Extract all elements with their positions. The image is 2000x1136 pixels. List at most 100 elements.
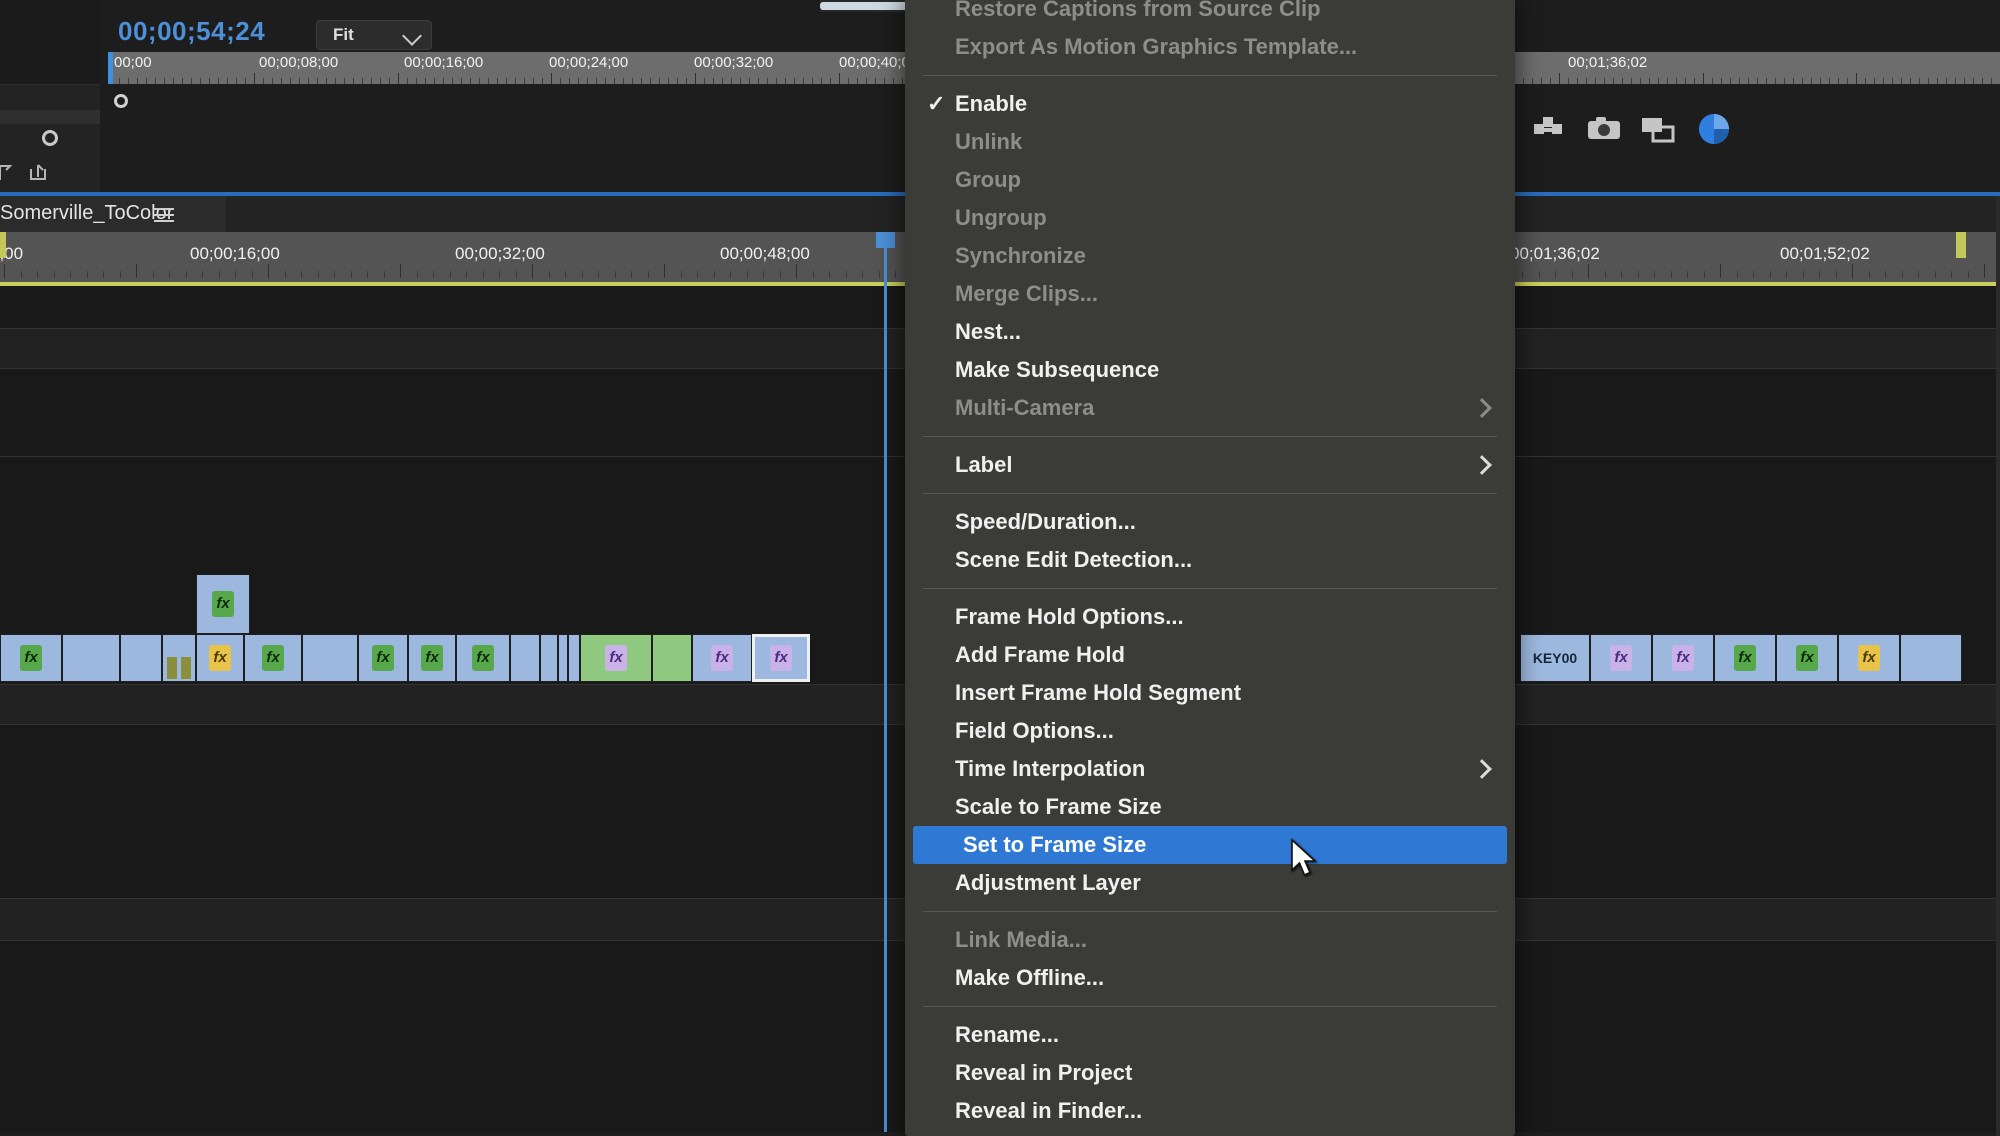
menu-item[interactable]: Scene Edit Detection... xyxy=(905,541,1515,579)
ruler-tick-label: 00;00;08;00 xyxy=(259,54,339,71)
menu-item-label: Ungroup xyxy=(955,205,1047,230)
ruler-tick xyxy=(344,78,345,84)
timeline-clip[interactable]: fx xyxy=(244,634,302,682)
add-marker-icon[interactable] xyxy=(42,130,58,146)
timeline-clip[interactable]: fx xyxy=(0,634,62,682)
ruler-tick-label: 00;00;32;00 xyxy=(694,54,774,71)
keyframe-marker[interactable] xyxy=(181,657,191,679)
ruler-tick xyxy=(317,78,318,84)
timeline-clip[interactable]: KEY00 xyxy=(1520,634,1590,682)
timeline-tick xyxy=(367,271,368,278)
keyframe-marker[interactable] xyxy=(167,657,177,679)
ruler-tick xyxy=(254,73,255,84)
timeline-clip[interactable] xyxy=(540,634,558,682)
ruler-tick xyxy=(668,78,669,84)
timeline-clip[interactable]: fx xyxy=(1590,634,1652,682)
menu-item[interactable]: Insert Frame Hold Segment xyxy=(905,674,1515,712)
timeline-playhead[interactable] xyxy=(876,232,895,1132)
timeline-clip[interactable]: fx xyxy=(1652,634,1714,682)
timeline-clip[interactable] xyxy=(302,634,358,682)
ruler-tick xyxy=(1991,78,1992,84)
comparison-view-icon[interactable] xyxy=(1636,108,1680,148)
export-frame-icon[interactable] xyxy=(1526,108,1570,148)
timeline-tick xyxy=(120,271,121,278)
menu-item[interactable]: Add Frame Hold xyxy=(905,636,1515,674)
timeline-clip[interactable] xyxy=(62,634,120,682)
timeline-clip[interactable]: fx xyxy=(358,634,408,682)
ruler-tick xyxy=(731,78,732,84)
menu-separator xyxy=(923,75,1497,76)
ruler-tick xyxy=(1748,78,1749,84)
ruler-tick xyxy=(686,78,687,84)
playhead-handle[interactable] xyxy=(876,232,895,248)
timeline-scrollbar[interactable] xyxy=(1996,196,2000,1136)
ruler-tick xyxy=(1919,78,1920,84)
fx-badge-icon: fx xyxy=(711,645,733,671)
menu-item[interactable]: Time Interpolation xyxy=(905,750,1515,788)
timeline-clip[interactable]: fx xyxy=(1714,634,1776,682)
timeline-clip[interactable]: fx xyxy=(456,634,510,682)
menu-item[interactable]: Make Offline... xyxy=(905,959,1515,997)
menu-item[interactable]: Adjustment Layer xyxy=(905,864,1515,902)
camera-icon[interactable] xyxy=(1582,108,1626,148)
ruler-tick xyxy=(569,78,570,84)
timeline-clip[interactable] xyxy=(568,634,580,682)
zoom-level-select[interactable]: Fit xyxy=(316,20,432,50)
timeline-clip[interactable]: fx xyxy=(196,634,244,682)
timeline-tick xyxy=(1572,271,1573,278)
timeline-clip[interactable]: fx xyxy=(1776,634,1838,682)
timeline-clip[interactable] xyxy=(120,634,162,682)
menu-item[interactable]: Make Subsequence xyxy=(905,351,1515,389)
source-scrubbar[interactable] xyxy=(0,110,100,124)
timeline-clip[interactable] xyxy=(510,634,540,682)
timeline-tick xyxy=(1654,271,1655,278)
menu-item[interactable]: Scale to Frame Size xyxy=(905,788,1515,826)
menu-item[interactable]: ✓ Enable xyxy=(905,85,1515,123)
ruler-tick xyxy=(263,78,264,84)
timeline-clip[interactable]: fx xyxy=(196,574,250,634)
ruler-tick xyxy=(902,78,903,84)
timeline-clip[interactable] xyxy=(162,634,196,682)
ruler-tick xyxy=(497,78,498,84)
timeline-clip[interactable]: fx xyxy=(692,634,752,682)
menu-item[interactable]: Set to Frame Size xyxy=(913,826,1507,864)
monitor-marker-icon[interactable] xyxy=(114,94,128,108)
timeline-tick xyxy=(895,271,896,278)
timeline-clip[interactable] xyxy=(652,634,692,682)
ruler-tick xyxy=(551,73,552,84)
timeline-tick xyxy=(252,271,253,278)
export-frame-icon[interactable] xyxy=(26,160,52,186)
timeline-clip[interactable] xyxy=(558,634,568,682)
timeline-tick xyxy=(1522,271,1523,278)
workarea-start-handle[interactable] xyxy=(0,232,6,258)
timeline-clip[interactable]: fx xyxy=(408,634,456,682)
menu-item[interactable]: Reveal in Project xyxy=(905,1054,1515,1092)
ruler-tick xyxy=(740,78,741,84)
ruler-tick xyxy=(470,78,471,84)
program-timecode[interactable]: 00;00;54;24 xyxy=(118,16,265,47)
menu-item-label: Scene Edit Detection... xyxy=(955,547,1193,572)
ruler-tick xyxy=(362,78,363,84)
menu-item[interactable]: Label xyxy=(905,446,1515,484)
hamburger-icon[interactable] xyxy=(154,208,174,222)
ruler-tick xyxy=(1865,78,1866,84)
menu-item[interactable]: Field Options... xyxy=(905,712,1515,750)
timeline-clip[interactable]: fx xyxy=(1838,634,1900,682)
ruler-tick xyxy=(281,78,282,84)
menu-item[interactable]: Speed/Duration... xyxy=(905,503,1515,541)
fx-badge-icon: fx xyxy=(212,591,234,617)
ruler-tick xyxy=(1730,78,1731,84)
timeline-clip[interactable]: fx xyxy=(580,634,652,682)
menu-item[interactable]: Reveal in Finder... xyxy=(905,1092,1515,1130)
program-playhead[interactable] xyxy=(108,52,113,84)
timeline-clip[interactable]: fx xyxy=(752,634,810,682)
timeline-clip[interactable] xyxy=(1900,634,1962,682)
tab-sequence[interactable]: Somerville_ToColor xyxy=(0,196,226,235)
insert-icon[interactable] xyxy=(0,160,20,186)
lumetri-icon[interactable] xyxy=(1692,108,1736,148)
menu-item[interactable]: Nest... xyxy=(905,313,1515,351)
menu-item[interactable]: Rename... xyxy=(905,1016,1515,1054)
timeline-tick xyxy=(136,264,137,278)
menu-item[interactable]: Frame Hold Options... xyxy=(905,598,1515,636)
workarea-end-handle[interactable] xyxy=(1956,232,1966,258)
